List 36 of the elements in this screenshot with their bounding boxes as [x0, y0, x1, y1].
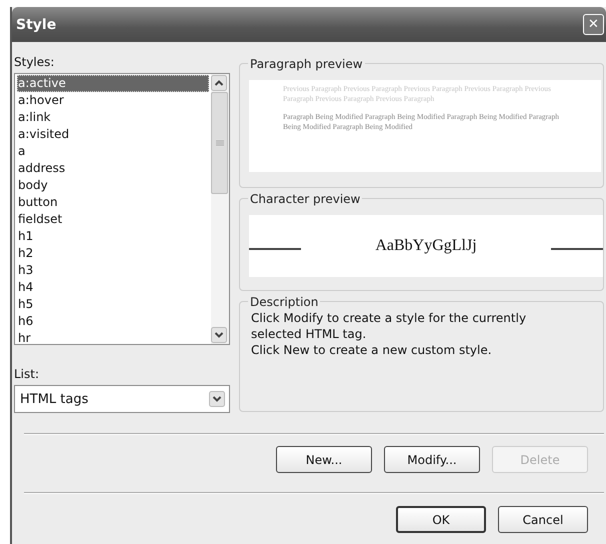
dialog-button[interactable]: OK	[396, 506, 486, 533]
list-item[interactable]: h5	[17, 296, 209, 313]
action-button[interactable]: Modify...	[384, 446, 480, 473]
group-title: Description	[248, 294, 320, 310]
list-item[interactable]: a:hover	[17, 92, 209, 109]
list-item[interactable]: a	[17, 143, 209, 160]
scrollbar[interactable]	[211, 74, 229, 344]
list-item[interactable]: h2	[17, 245, 209, 262]
list-dropdown[interactable]: HTML tags	[14, 385, 230, 413]
list-item[interactable]: h6	[17, 313, 209, 330]
scroll-up-icon[interactable]	[211, 75, 227, 91]
styles-list[interactable]: a:active a:hover a:link a:visited a address body button fieldset h1 h2 h3 h4 h5 h6 hr	[14, 73, 230, 345]
group-title: Character preview	[248, 191, 362, 207]
list-item[interactable]: fieldset	[17, 211, 209, 228]
list-item[interactable]: button	[17, 194, 209, 211]
list-item[interactable]: address	[17, 160, 209, 177]
list-label: List:	[14, 367, 40, 383]
list-item[interactable]: hr	[17, 330, 209, 344]
list-item[interactable]: h1	[17, 228, 209, 245]
description-text: Click New to create a new custom style.	[251, 342, 493, 358]
scroll-down-icon[interactable]	[211, 327, 227, 343]
list-item[interactable]: a:link	[17, 109, 209, 126]
dialog-button[interactable]: Cancel	[498, 506, 588, 533]
action-button[interactable]: New...	[276, 446, 372, 473]
list-item[interactable]: a:visited	[17, 126, 209, 143]
close-button[interactable]: ✕	[583, 14, 604, 35]
list-item[interactable]: h4	[17, 279, 209, 296]
sample-text: AaBbYyGgLlJj	[375, 237, 477, 255]
list-item[interactable]: h3	[17, 262, 209, 279]
styles-label: Styles:	[14, 55, 56, 71]
group-title: Paragraph preview	[248, 56, 365, 72]
window-title: Style	[16, 16, 56, 32]
description-text: Click Modify to create a style for the currently selected HTML tag.	[251, 310, 528, 342]
list-item[interactable]: a:active	[17, 75, 209, 92]
scroll-thumb[interactable]	[211, 92, 228, 194]
list-item[interactable]: body	[17, 177, 209, 194]
